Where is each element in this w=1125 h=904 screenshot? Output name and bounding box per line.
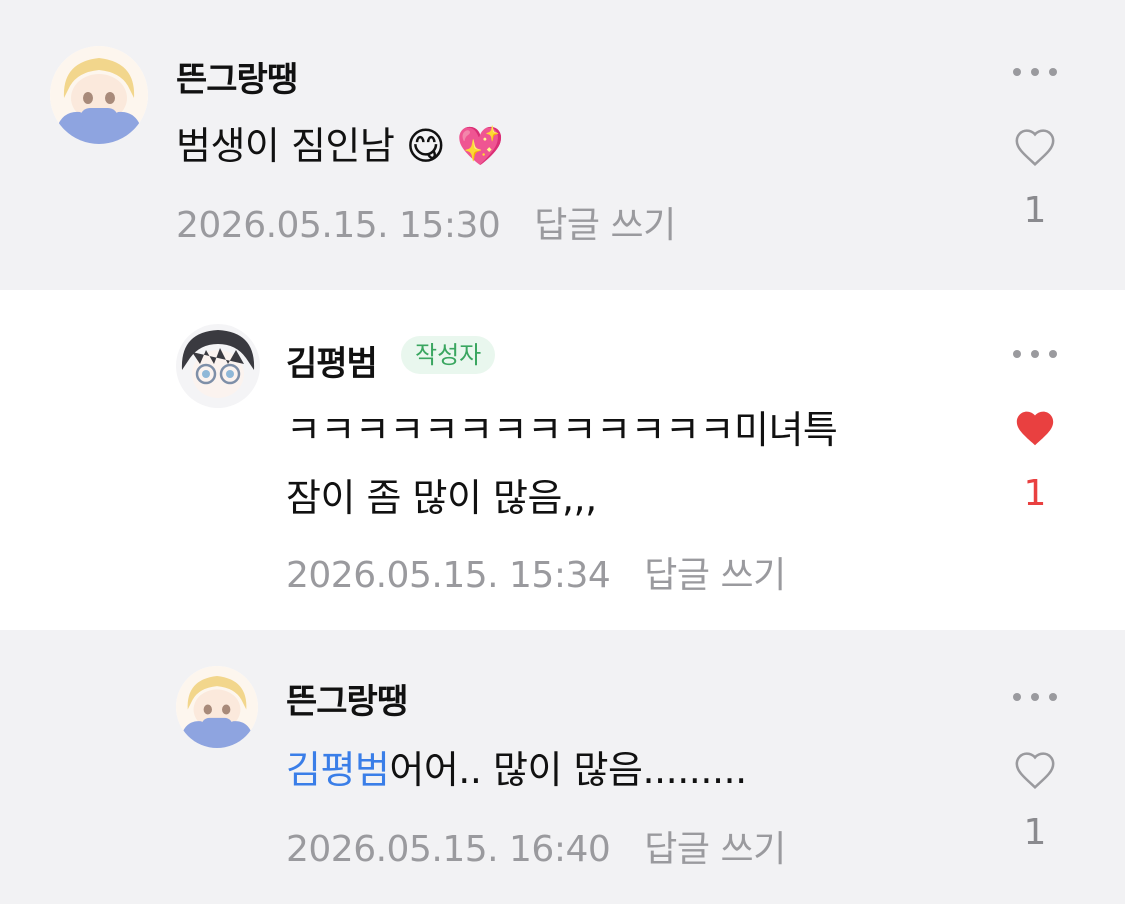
reply-button[interactable]: 답글 쓰기 [644, 829, 786, 870]
avatar[interactable] [50, 46, 148, 144]
author-name[interactable]: 뜬그랑땡 [176, 52, 298, 101]
comment-body: 범생이 짐인남 [176, 124, 395, 168]
heart-outline-icon[interactable] [1013, 750, 1057, 790]
author-badge: 작성자 [401, 336, 496, 374]
avatar-illustration [176, 666, 258, 748]
avatar[interactable] [176, 324, 260, 408]
like-count: 1 [1023, 812, 1047, 853]
comment-line: 잠이 좀 많이 많음,,, [286, 476, 597, 520]
comment-body: 어어.. 많이 많음......... [389, 748, 747, 792]
heart-filled-icon[interactable] [1013, 408, 1057, 448]
avatar-illustration [176, 324, 260, 408]
timestamp: 2026.05.15. 15:34 [286, 555, 611, 596]
reply-item: 뜬그랑땡 김평범어어.. 많이 많음......... 2026.05.15. … [0, 630, 1125, 904]
comment-text: ㅋㅋㅋㅋㅋㅋㅋㅋㅋㅋㅋㅋㅋ미녀특 잠이 좀 많이 많음,,, [286, 396, 838, 532]
timestamp: 2026.05.15. 16:40 [286, 829, 611, 870]
more-icon[interactable] [1013, 347, 1057, 361]
avatar[interactable] [176, 666, 258, 748]
timestamp: 2026.05.15. 15:30 [176, 205, 501, 246]
comment-meta: 2026.05.15. 16:40 답글 쓰기 [286, 820, 786, 872]
comment-text: 범생이 짐인남 😋 💖 [176, 112, 504, 180]
reply-item: 김평범 작성자 ㅋㅋㅋㅋㅋㅋㅋㅋㅋㅋㅋㅋㅋ미녀특 잠이 좀 많이 많음,,, 2… [0, 290, 1125, 630]
like-count: 1 [1023, 190, 1047, 231]
author-name[interactable]: 김평범 [286, 336, 378, 385]
comment-meta: 2026.05.15. 15:30 답글 쓰기 [176, 196, 676, 248]
heart-outline-icon[interactable] [1013, 127, 1057, 167]
comment-item: 뜬그랑땡 범생이 짐인남 😋 💖 2026.05.15. 15:30 답글 쓰기 … [0, 0, 1125, 290]
more-icon[interactable] [1013, 690, 1057, 704]
author-name[interactable]: 뜬그랑땡 [286, 674, 408, 723]
more-icon[interactable] [1013, 65, 1057, 79]
like-count: 1 [1023, 473, 1047, 514]
comment-emoji: 😋 💖 [405, 124, 504, 168]
avatar-illustration [50, 46, 148, 144]
reply-button[interactable]: 답글 쓰기 [534, 205, 676, 246]
comment-text: 김평범어어.. 많이 많음......... [286, 736, 747, 804]
mention-link[interactable]: 김평범 [286, 748, 390, 792]
comment-line: ㅋㅋㅋㅋㅋㅋㅋㅋㅋㅋㅋㅋㅋ미녀특 [286, 408, 838, 452]
reply-button[interactable]: 답글 쓰기 [644, 555, 786, 596]
comment-meta: 2026.05.15. 15:34 답글 쓰기 [286, 546, 786, 598]
